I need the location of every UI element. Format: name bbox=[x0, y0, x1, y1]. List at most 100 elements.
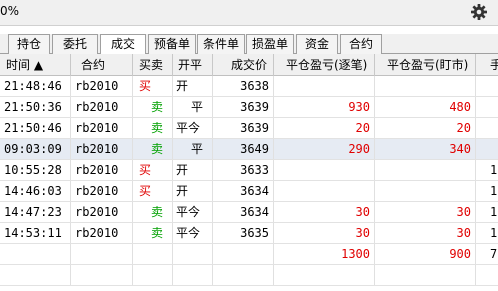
cell-time: 21:50:46 bbox=[0, 118, 71, 138]
cell-price: 3635 bbox=[213, 223, 274, 243]
tab-positions[interactable]: 持仓 bbox=[8, 34, 50, 54]
cell-pnl-mark: 480 bbox=[375, 97, 476, 117]
cell-fee bbox=[476, 97, 498, 117]
table-row[interactable]: 21:48:46 rb2010 买开 3638 bbox=[0, 76, 498, 97]
cell-side: 卖 bbox=[133, 139, 173, 159]
total-pnl-mark: 900 bbox=[375, 244, 476, 264]
totals-row: 1300 900 7 bbox=[0, 244, 498, 265]
col-pnl-mark-header[interactable]: 平仓盈亏(盯市) bbox=[375, 54, 476, 76]
cell-contract: rb2010 bbox=[71, 202, 133, 222]
col-side-header[interactable]: 买卖 bbox=[133, 54, 173, 76]
empty-cell bbox=[173, 244, 213, 264]
cell-fee: 1 bbox=[490, 184, 498, 198]
table-row[interactable]: 21:50:36 rb2010 卖平 3639 930 480 bbox=[0, 97, 498, 118]
cell-pnl-trade: 30 bbox=[274, 202, 375, 222]
table-row[interactable]: 14:47:23 rb2010 卖平今 3634 30 30 1 bbox=[0, 202, 498, 223]
cell-pnl-trade: 290 bbox=[274, 139, 375, 159]
cell-time: 14:46:03 bbox=[0, 181, 71, 201]
col-time-header[interactable]: 时间 ▲ bbox=[0, 54, 71, 76]
cell-pnl-mark: 30 bbox=[375, 202, 476, 222]
cell-offset: 平今 bbox=[173, 223, 213, 243]
col-contract-header[interactable]: 合约 bbox=[71, 54, 133, 76]
table-row[interactable]: 14:46:03 rb2010 买开 3634 1 bbox=[0, 181, 498, 202]
cell-pnl-mark: 20 bbox=[375, 118, 476, 138]
empty-cell bbox=[0, 244, 71, 264]
cell-price: 3634 bbox=[213, 181, 274, 201]
empty-row bbox=[0, 265, 498, 286]
tab-contracts[interactable]: 合约 bbox=[340, 34, 382, 54]
cell-side: 买 bbox=[133, 160, 173, 180]
table-row[interactable]: 21:50:46 rb2010 卖平今 3639 20 20 bbox=[0, 118, 498, 139]
percent-label: 0% bbox=[0, 4, 20, 18]
table-row[interactable]: 14:53:11 rb2010 卖平今 3635 30 30 1 bbox=[0, 223, 498, 244]
cell-price: 3633 bbox=[213, 160, 274, 180]
cell-time: 14:53:11 bbox=[0, 223, 71, 243]
total-pnl-trade: 1300 bbox=[274, 244, 375, 264]
gear-icon[interactable] bbox=[470, 3, 488, 21]
cell-price: 3634 bbox=[213, 202, 274, 222]
col-fee-header[interactable]: 手 bbox=[476, 54, 498, 76]
empty-cell bbox=[133, 265, 173, 285]
cell-pnl-mark: 340 bbox=[375, 139, 476, 159]
cell-contract: rb2010 bbox=[71, 139, 133, 159]
cell-time: 21:48:46 bbox=[0, 76, 71, 96]
cell-price: 3639 bbox=[213, 97, 274, 117]
tab-orders[interactable]: 委托 bbox=[52, 34, 98, 54]
table-row[interactable]: 09:03:09 rb2010 卖平 3649 290 340 bbox=[0, 139, 498, 160]
tab-preorders[interactable]: 预备单 bbox=[148, 34, 196, 54]
cell-side: 买 bbox=[133, 181, 173, 201]
cell-contract: rb2010 bbox=[71, 97, 133, 117]
cell-pnl-trade: 30 bbox=[274, 223, 375, 243]
cell-contract: rb2010 bbox=[71, 76, 133, 96]
empty-cell bbox=[133, 244, 173, 264]
cell-offset: 平 bbox=[173, 97, 213, 117]
cell-pnl-mark bbox=[375, 160, 476, 180]
total-fee: 7 bbox=[490, 247, 498, 261]
tab-trades[interactable]: 成交 bbox=[100, 34, 146, 55]
empty-cell bbox=[71, 244, 133, 264]
cell-contract: rb2010 bbox=[71, 160, 133, 180]
cell-fee bbox=[476, 139, 498, 159]
empty-cell bbox=[274, 265, 375, 285]
tab-funds[interactable]: 资金 bbox=[296, 34, 338, 54]
cell-time: 21:50:36 bbox=[0, 97, 71, 117]
cell-pnl-trade bbox=[274, 181, 375, 201]
tab-bar: 持仓 委托 成交 预备单 条件单 损盈单 资金 合约 bbox=[0, 34, 498, 55]
cell-pnl-mark bbox=[375, 181, 476, 201]
cell-pnl-trade: 930 bbox=[274, 97, 375, 117]
cell-fee: 1 bbox=[490, 226, 498, 240]
empty-cell bbox=[173, 265, 213, 285]
tab-conditional[interactable]: 条件单 bbox=[197, 34, 245, 54]
cell-offset: 开 bbox=[173, 76, 213, 96]
cell-fee: 1 bbox=[490, 205, 498, 219]
top-toolbar: 0% bbox=[0, 0, 498, 26]
col-pnl-trade-header[interactable]: 平仓盈亏(逐笔) bbox=[274, 54, 375, 76]
cell-fee bbox=[476, 118, 498, 138]
cell-pnl-trade: 20 bbox=[274, 118, 375, 138]
cell-contract: rb2010 bbox=[71, 118, 133, 138]
cell-pnl-mark bbox=[375, 76, 476, 96]
cell-side: 买 bbox=[133, 76, 173, 96]
cell-time: 10:55:28 bbox=[0, 160, 71, 180]
empty-cell bbox=[213, 244, 274, 264]
col-price-header[interactable]: 成交价 bbox=[213, 54, 274, 76]
cell-fee bbox=[476, 76, 498, 96]
empty-cell bbox=[0, 265, 71, 285]
cell-contract: rb2010 bbox=[71, 223, 133, 243]
cell-time: 14:47:23 bbox=[0, 202, 71, 222]
cell-contract: rb2010 bbox=[71, 181, 133, 201]
cell-side: 卖 bbox=[133, 97, 173, 117]
table-row[interactable]: 10:55:28 rb2010 买开 3633 1 bbox=[0, 160, 498, 181]
cell-pnl-trade bbox=[274, 160, 375, 180]
cell-offset: 开 bbox=[173, 181, 213, 201]
cell-offset: 平今 bbox=[173, 202, 213, 222]
cell-time: 09:03:09 bbox=[0, 139, 71, 159]
cell-side: 卖 bbox=[133, 223, 173, 243]
tab-stop-profit[interactable]: 损盈单 bbox=[246, 34, 294, 54]
empty-cell bbox=[71, 265, 133, 285]
col-offset-header[interactable]: 开平 bbox=[173, 54, 213, 76]
cell-pnl-trade bbox=[274, 76, 375, 96]
empty-cell bbox=[375, 265, 476, 285]
cell-offset: 平 bbox=[173, 139, 213, 159]
cell-offset: 开 bbox=[173, 160, 213, 180]
